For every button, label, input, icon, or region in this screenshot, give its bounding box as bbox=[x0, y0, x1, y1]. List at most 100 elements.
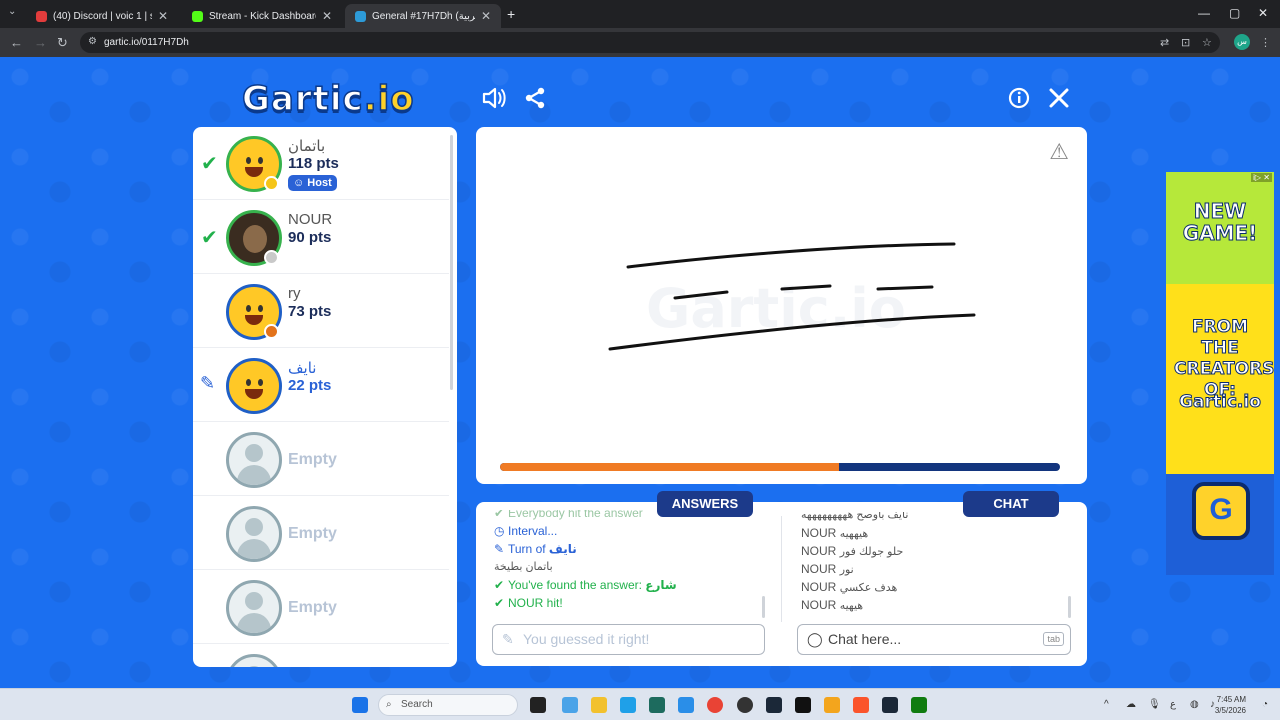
empty-avatar-icon bbox=[226, 654, 282, 667]
menu-icon[interactable]: ⋮ bbox=[1260, 36, 1271, 49]
player-row: ✎ نايف 22 pts bbox=[193, 349, 449, 422]
discord-favicon-icon bbox=[36, 10, 47, 22]
panel-divider bbox=[781, 516, 782, 622]
browser-tab-bar: ⌄ (40) Discord | voic 1 | shad... ✕ Stre… bbox=[0, 0, 1280, 28]
answers-chat-panel: ✔ Everybody hit the answer ◷ Interval... ✎… bbox=[476, 502, 1087, 666]
ad-choices-icon[interactable]: i▷ ✕ bbox=[1251, 173, 1272, 182]
store-icon[interactable] bbox=[649, 697, 665, 713]
guessed-check-icon: ✔ bbox=[201, 227, 218, 249]
steam-icon[interactable] bbox=[766, 697, 782, 713]
windows-taskbar: ⌕ Search ^ ☁ 🎙 ع ◍ ♪ 7:45 AM 3/5/2026 ◔ bbox=[0, 688, 1280, 720]
address-bar-row: ← → ↻ ⚙ gartic.io/0117H7Dh ⇄ ⊡ ☆ ⋮ bbox=[0, 28, 1280, 57]
player-name: نايف bbox=[288, 360, 317, 377]
mic-icon[interactable]: 🎙 bbox=[1148, 699, 1161, 710]
player-list-scrollbar[interactable] bbox=[450, 135, 453, 390]
search-icon: ⌕ bbox=[386, 699, 392, 710]
ad-banner[interactable]: i▷ ✕ NEW GAME! FROM THE CREATORS OF: Gar… bbox=[1166, 172, 1274, 575]
translate-icon[interactable]: ⇄ bbox=[1160, 36, 1169, 49]
xbox-icon[interactable] bbox=[911, 697, 927, 713]
pencil-icon: ✎ bbox=[494, 542, 505, 556]
install-icon[interactable]: ⊡ bbox=[1181, 36, 1190, 49]
empty-avatar-icon bbox=[226, 506, 282, 562]
chrome-icon[interactable] bbox=[707, 697, 723, 713]
ad-headline: NEW GAME! bbox=[1182, 199, 1258, 245]
back-icon[interactable]: ← bbox=[10, 35, 23, 50]
player-points: 90 pts bbox=[288, 229, 332, 246]
host-badge: ☺ Host bbox=[288, 175, 337, 191]
empty-label: Empty bbox=[288, 451, 337, 468]
exit-icon[interactable] bbox=[1048, 87, 1070, 115]
widgets-icon[interactable] bbox=[562, 697, 578, 713]
taskbar-search[interactable]: ⌕ Search bbox=[378, 694, 518, 716]
task-view-icon[interactable] bbox=[530, 697, 546, 713]
player-name: باتمان bbox=[288, 138, 326, 155]
chat-input[interactable]: ◯ Chat here... tab bbox=[797, 624, 1071, 655]
share-icon[interactable] bbox=[524, 87, 546, 115]
gartic-logo: Gartic.io bbox=[241, 78, 415, 120]
empty-slot: Empty bbox=[193, 497, 449, 570]
ad-subline: FROM THE CREATORS OF: bbox=[1174, 317, 1275, 401]
forward-icon[interactable]: → bbox=[34, 35, 47, 50]
turn-timer-fill bbox=[500, 463, 839, 471]
file-explorer-icon[interactable] bbox=[591, 697, 607, 713]
answer-line: ◷ Interval... bbox=[494, 524, 558, 538]
chat-line: NOUR نور bbox=[801, 562, 854, 576]
ad-brand: Gartic.io bbox=[1179, 392, 1262, 413]
tab-kick[interactable]: Stream - Kick Dashboard ✕ bbox=[182, 4, 342, 28]
kick-favicon-icon bbox=[192, 10, 203, 22]
bookmark-star-icon[interactable]: ☆ bbox=[1202, 36, 1212, 49]
obs-icon[interactable] bbox=[737, 697, 753, 713]
status-dot bbox=[264, 250, 279, 265]
sound-icon[interactable] bbox=[482, 87, 506, 115]
pencil-icon: ✎ bbox=[200, 373, 216, 393]
chat-line: NOUR حلو جولك فور bbox=[801, 544, 904, 558]
tray-overflow-icon[interactable]: ^ bbox=[1104, 699, 1109, 710]
info-icon[interactable] bbox=[1008, 87, 1030, 115]
answers-scrollbar[interactable] bbox=[762, 596, 765, 618]
tab-title: Stream - Kick Dashboard bbox=[209, 10, 316, 22]
tab-gartic[interactable]: General #17H7Dh (العربية) ✕ bbox=[345, 4, 501, 28]
player-points: 73 pts bbox=[288, 303, 332, 320]
url-field[interactable]: ⚙ gartic.io/0117H7Dh bbox=[80, 32, 1220, 53]
status-dot bbox=[264, 176, 279, 191]
close-tab-icon[interactable]: ✕ bbox=[322, 9, 332, 23]
notifications-icon[interactable]: ◔ bbox=[1262, 699, 1268, 710]
reload-icon[interactable]: ↻ bbox=[57, 35, 68, 51]
site-info-icon[interactable]: ⚙ bbox=[88, 36, 97, 47]
url-text: gartic.io/0117H7Dh bbox=[104, 37, 189, 48]
maximize-button[interactable]: ▢ bbox=[1229, 6, 1240, 20]
chat-scrollbar[interactable] bbox=[1068, 596, 1071, 618]
onedrive-icon[interactable]: ☁ bbox=[1126, 699, 1136, 710]
new-tab-button[interactable]: + bbox=[507, 6, 515, 22]
epic-games-icon[interactable] bbox=[795, 697, 811, 713]
edge-icon[interactable] bbox=[620, 697, 636, 713]
close-window-button[interactable]: ✕ bbox=[1258, 6, 1268, 20]
empty-slot-partial bbox=[193, 645, 449, 667]
profile-avatar[interactable]: س bbox=[1234, 34, 1250, 50]
start-windows-icon[interactable] bbox=[352, 697, 368, 713]
steam-app-icon[interactable] bbox=[882, 697, 898, 713]
player-row: ✔ باتمان 118 pts ☺ Host bbox=[193, 127, 449, 200]
empty-slot: Empty bbox=[193, 423, 449, 496]
drawing-canvas[interactable]: ⚠ Gartic.io bbox=[476, 127, 1087, 484]
chat-list[interactable]: نايف باوصح هههههههههه NOUR هيههيه NOUR ح… bbox=[801, 512, 1066, 622]
status-dot bbox=[264, 324, 279, 339]
clock[interactable]: 7:45 AM 3/5/2026 bbox=[1215, 694, 1246, 716]
tab-search-icon[interactable]: ⌄ bbox=[8, 6, 16, 17]
close-tab-icon[interactable]: ✕ bbox=[481, 9, 491, 23]
network-icon[interactable]: ◍ bbox=[1190, 699, 1199, 710]
mail-icon[interactable] bbox=[678, 697, 694, 713]
answers-list[interactable]: ✔ Everybody hit the answer ◷ Interval... ✎… bbox=[494, 510, 764, 620]
chat-line: NOUR هيههيه bbox=[801, 526, 869, 540]
close-tab-icon[interactable]: ✕ bbox=[158, 9, 168, 23]
chat-line: NOUR هيهيه bbox=[801, 598, 864, 612]
app-icon[interactable] bbox=[824, 697, 840, 713]
clock-icon: ◷ bbox=[494, 524, 505, 538]
language-icon[interactable]: ع bbox=[1170, 699, 1176, 710]
empty-avatar-icon bbox=[226, 580, 282, 636]
minimize-button[interactable]: — bbox=[1198, 6, 1210, 20]
empty-label: Empty bbox=[288, 599, 337, 616]
tab-discord[interactable]: (40) Discord | voic 1 | shad... ✕ bbox=[26, 4, 178, 28]
brave-icon[interactable] bbox=[853, 697, 869, 713]
answer-input[interactable]: ✎ You guessed it right! bbox=[492, 624, 765, 655]
